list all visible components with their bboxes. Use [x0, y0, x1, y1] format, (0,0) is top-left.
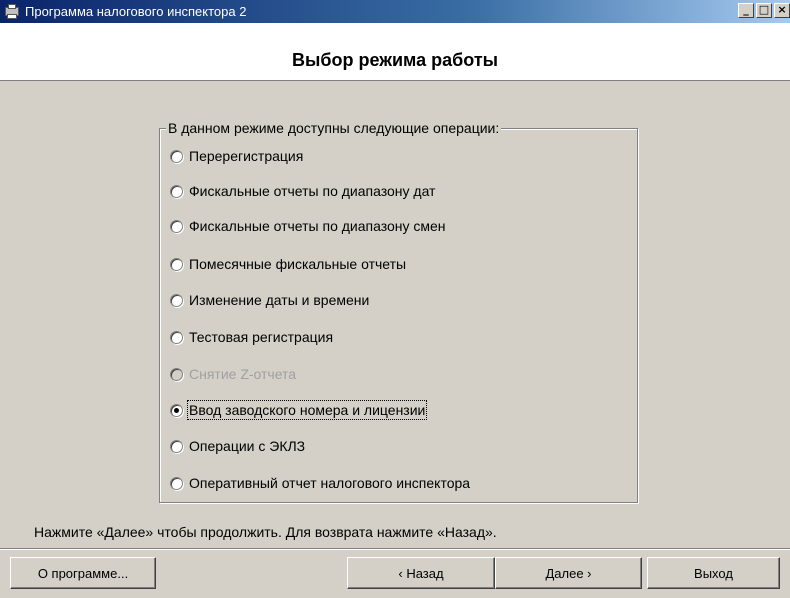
option-label: Операции с ЭКЛЗ: [189, 438, 306, 454]
page-title: Выбор режима работы: [291, 50, 499, 70]
option-label: Тестовая регистрация: [189, 329, 334, 345]
option-fiscal-report-by-dates[interactable]: Фискальные отчеты по диапазону дат: [170, 180, 435, 202]
option-label: Перерегистрация: [189, 148, 304, 164]
option-label: Снятие Z-отчета: [189, 366, 297, 382]
option-monthly-fiscal-reports[interactable]: Помесячные фискальные отчеты: [170, 253, 406, 275]
operations-group: В данном режиме доступны следующие опера…: [159, 120, 638, 503]
option-label: Изменение даты и времени: [189, 292, 370, 308]
maximize-button[interactable]: □: [756, 3, 772, 18]
option-z-report: Снятие Z-отчета: [170, 363, 296, 385]
title-bar[interactable]: Программа налогового инспектора 2 _ □ ×: [0, 0, 790, 23]
radio-icon[interactable]: [170, 330, 183, 344]
back-button[interactable]: ‹ Назад: [347, 557, 495, 589]
minimize-button[interactable]: _: [738, 3, 754, 18]
window-controls: _ □ ×: [738, 3, 790, 18]
option-label: Помесячные фискальные отчеты: [189, 256, 407, 272]
option-eklz-operations[interactable]: Операции с ЭКЛЗ: [170, 435, 305, 457]
wizard-header: Выбор режима работы: [0, 23, 790, 81]
footer-divider: [0, 548, 790, 550]
radio-icon[interactable]: [170, 439, 183, 453]
option-test-registration[interactable]: Тестовая регистрация: [170, 326, 333, 348]
close-button[interactable]: ×: [774, 3, 790, 18]
window-title: Программа налогового инспектора 2: [25, 4, 247, 19]
printer-icon: [4, 3, 22, 20]
option-change-date-time[interactable]: Изменение даты и времени: [170, 289, 369, 311]
radio-icon[interactable]: [170, 219, 183, 233]
radio-icon[interactable]: [170, 257, 183, 271]
option-fiscal-report-by-shifts[interactable]: Фискальные отчеты по диапазону смен: [170, 215, 446, 237]
option-operative-report[interactable]: Оперативный отчет налогового инспектора: [170, 472, 470, 494]
radio-icon[interactable]: [170, 149, 183, 163]
radio-icon[interactable]: [170, 293, 183, 307]
radio-icon[interactable]: [170, 476, 183, 490]
option-label: Фискальные отчеты по диапазону смен: [189, 218, 446, 234]
radio-icon: [170, 367, 183, 381]
instruction-text: Нажмите «Далее» чтобы продолжить. Для во…: [34, 524, 497, 540]
option-label: Фискальные отчеты по диапазону дат: [189, 183, 436, 199]
app-window: Программа налогового инспектора 2 _ □ × …: [0, 0, 790, 598]
option-label: Ввод заводского номера и лицензии: [186, 400, 428, 420]
next-button[interactable]: Далее ›: [495, 557, 642, 589]
group-legend: В данном режиме доступны следующие опера…: [166, 120, 502, 136]
exit-button[interactable]: Выход: [647, 557, 780, 589]
about-button[interactable]: О программе...: [10, 557, 156, 589]
radio-icon[interactable]: [170, 184, 183, 198]
option-serial-number-license[interactable]: Ввод заводского номера и лицензии: [170, 399, 428, 421]
radio-checked-icon[interactable]: [170, 403, 183, 417]
option-label: Оперативный отчет налогового инспектора: [189, 475, 471, 491]
option-reregistration[interactable]: Перерегистрация: [170, 145, 303, 167]
